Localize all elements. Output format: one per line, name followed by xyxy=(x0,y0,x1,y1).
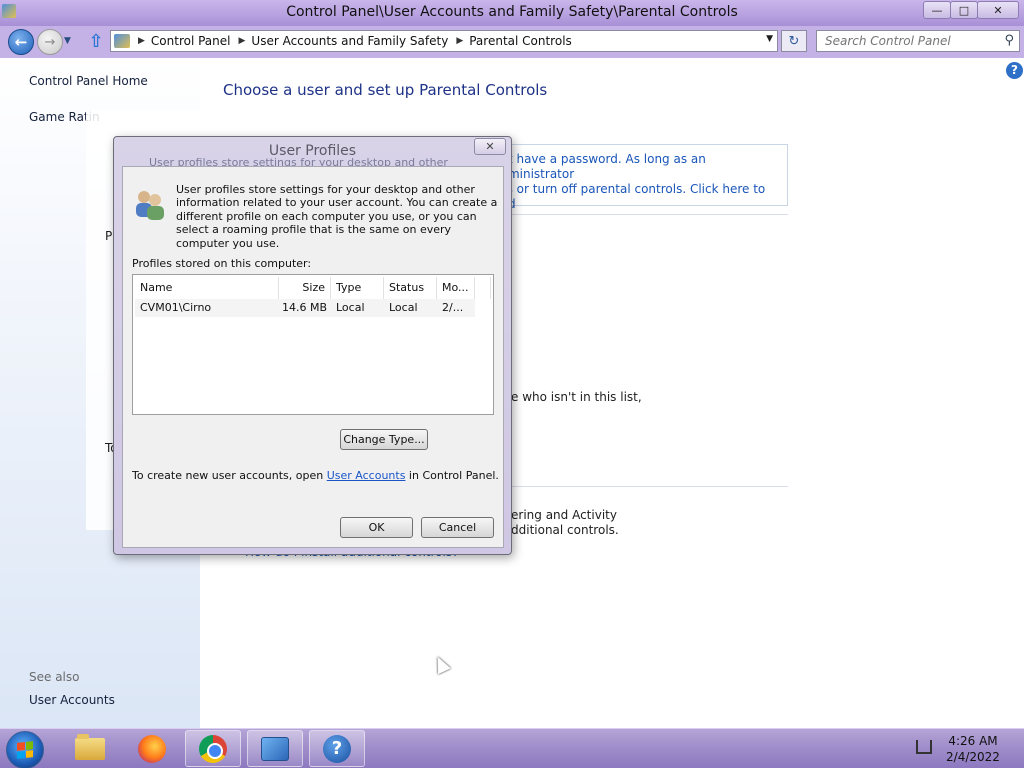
dialog-body: User profiles store settings for your de… xyxy=(122,166,504,548)
breadcrumb-separator-icon: ▶ xyxy=(238,36,246,46)
divider xyxy=(486,214,788,215)
activity-text: dditional controls. xyxy=(511,523,619,537)
profile-name: CVM01\Cirno xyxy=(140,301,212,314)
chrome-icon xyxy=(199,734,227,763)
profile-type: Local xyxy=(336,301,365,314)
breadcrumb-separator-icon: ▶ xyxy=(456,36,464,46)
breadcrumb-separator-icon: ▶ xyxy=(138,36,145,46)
maximize-button[interactable]: □ xyxy=(950,1,978,19)
control-panel-icon xyxy=(114,34,130,48)
not-in-list-text: e who isn't in this list, xyxy=(511,390,642,404)
warning-text[interactable]: not have a password. As long as an admin… xyxy=(493,152,783,212)
create-prefix: To create new user accounts, open xyxy=(132,469,327,482)
breadcrumb-parental-controls[interactable]: Parental Controls xyxy=(469,34,572,48)
folder-icon xyxy=(75,733,105,760)
breadcrumb-control-panel[interactable]: Control Panel xyxy=(151,34,231,48)
taskbar-chrome[interactable] xyxy=(185,730,241,767)
page-title: Choose a user and set up Parental Contro… xyxy=(223,81,548,99)
profiles-stored-label: Profiles stored on this computer: xyxy=(132,257,312,270)
taskbar-control-panel[interactable] xyxy=(247,730,303,767)
column-header-type[interactable]: Type xyxy=(331,277,384,299)
user-accounts-link[interactable]: User Accounts xyxy=(29,693,115,707)
profile-modified: 2/... xyxy=(442,301,464,314)
recent-pages-chevron-icon[interactable]: ▼ xyxy=(64,36,71,46)
column-header-spacer xyxy=(475,277,491,299)
up-arrow-icon[interactable]: ⇧ xyxy=(86,32,106,52)
taskbar-help[interactable]: ? xyxy=(309,730,365,767)
title-bar: Control Panel\User Accounts and Family S… xyxy=(0,0,1024,26)
refresh-icon[interactable]: ↻ xyxy=(781,30,807,52)
search-icon[interactable]: ⚲ xyxy=(1004,33,1014,48)
taskbar-firefox[interactable] xyxy=(124,730,180,767)
windows-logo-icon xyxy=(17,741,33,759)
profile-status: Local xyxy=(389,301,418,314)
see-also-heading: See also xyxy=(29,670,80,684)
divider xyxy=(486,486,788,487)
taskbar-explorer[interactable] xyxy=(62,730,118,767)
warning-line[interactable]: not have a password. As long as an admin… xyxy=(493,152,783,182)
taskbar: ? xyxy=(0,728,1024,768)
firefox-icon xyxy=(138,734,166,763)
table-row[interactable]: CVM01\Cirno 14.6 MB Local Local 2/... xyxy=(135,299,475,317)
dialog-description: User profiles store settings for your de… xyxy=(176,183,498,250)
dialog-close-button[interactable]: ✕ xyxy=(474,138,506,155)
control-panel-home-link[interactable]: Control Panel Home xyxy=(29,74,148,88)
activity-text: ering and Activity xyxy=(511,508,617,522)
create-suffix: in Control Panel. xyxy=(405,469,499,482)
create-accounts-text: To create new user accounts, open User A… xyxy=(132,469,499,482)
start-button[interactable] xyxy=(6,731,44,768)
address-dropdown-icon[interactable]: ▼ xyxy=(766,34,773,44)
window-title: Control Panel\User Accounts and Family S… xyxy=(286,4,738,20)
breadcrumb-user-accounts[interactable]: User Accounts and Family Safety xyxy=(251,34,448,48)
cancel-button[interactable]: Cancel xyxy=(421,517,494,538)
clock-date: 2/4/2022 xyxy=(946,750,1000,764)
ok-button[interactable]: OK xyxy=(340,517,413,538)
help-icon[interactable]: ? xyxy=(1006,62,1023,79)
address-bar[interactable]: ▶ Control Panel ▶ User Accounts and Fami… xyxy=(110,30,778,52)
change-type-button[interactable]: Change Type... xyxy=(340,429,428,450)
back-arrow-icon[interactable]: ← xyxy=(8,29,34,55)
profile-size: 14.6 MB xyxy=(281,301,327,314)
user-accounts-dialog-link[interactable]: User Accounts xyxy=(327,469,406,482)
column-header-modified[interactable]: Mo... xyxy=(437,277,475,299)
user-profiles-dialog: User Profiles User profiles store settin… xyxy=(113,136,512,555)
search-box[interactable]: ⚲ xyxy=(816,30,1020,52)
profiles-list[interactable]: Name Size Type Status Mo... CVM01\Cirno … xyxy=(132,274,494,415)
network-icon[interactable] xyxy=(916,740,932,754)
clock-time: 4:26 AM xyxy=(948,734,998,748)
control-panel-icon xyxy=(261,736,289,761)
column-header-status[interactable]: Status xyxy=(384,277,437,299)
clock[interactable]: 4:26 AM 2/4/2022 xyxy=(940,733,1006,765)
help-and-support-icon: ? xyxy=(323,734,351,763)
column-header-name[interactable]: Name xyxy=(135,277,279,299)
list-header: Name Size Type Status Mo... xyxy=(135,277,491,299)
close-window-button[interactable]: ✕ xyxy=(977,1,1019,19)
user-profiles-icon xyxy=(136,191,164,220)
forward-arrow-icon[interactable]: → xyxy=(37,29,63,55)
minimize-button[interactable]: — xyxy=(923,1,951,19)
warning-line[interactable]: ass or turn off parental controls. Click… xyxy=(493,182,783,212)
column-header-size[interactable]: Size xyxy=(279,277,331,299)
search-input[interactable] xyxy=(817,31,997,51)
